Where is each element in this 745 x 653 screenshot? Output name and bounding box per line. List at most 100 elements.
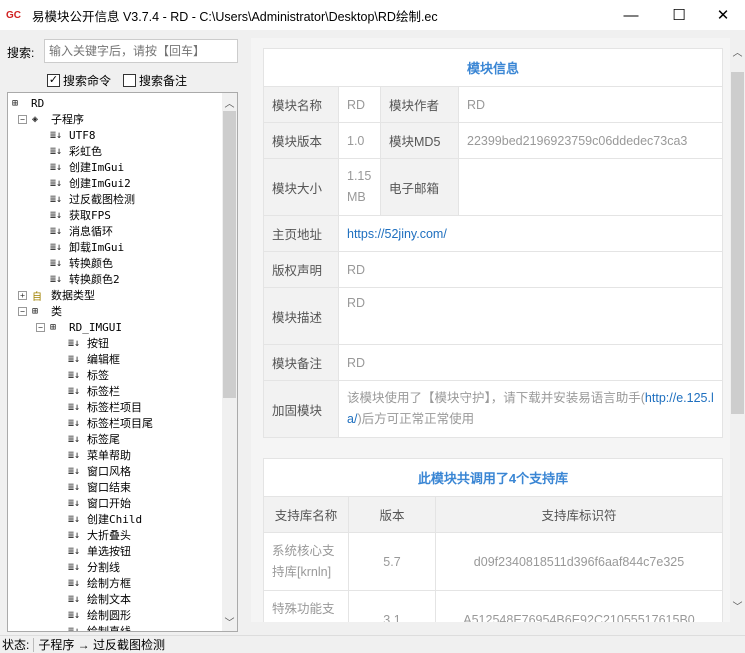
field-label: 模块名称 [263, 86, 339, 123]
collapse-icon[interactable]: − [36, 322, 45, 332]
column-header: 版本 [348, 496, 436, 533]
tree-item[interactable]: ≣↓ 绘制方框 [68, 575, 131, 591]
tree-item-label: 创建ImGui [69, 161, 125, 174]
method-icon: ≣↓ [50, 209, 63, 221]
tree-item[interactable]: ≣↓ 大折叠头 [68, 527, 131, 543]
tree-item[interactable]: ≣↓ UTF8 [50, 127, 96, 143]
tree-item[interactable]: ≣↓ 标签尾 [68, 431, 120, 447]
tree-item[interactable]: ≣↓ 标签栏项目尾 [68, 415, 153, 431]
method-icon: ≣↓ [68, 433, 81, 445]
method-icon: ≣↓ [68, 609, 81, 621]
tree-item-label: UTF8 [69, 128, 96, 142]
field-label: 模块描述 [263, 287, 339, 345]
info-panel: 模块信息 模块名称 RD 模块作者 RD 模块版本 1.0 模块MD5 22399bed21… [251, 38, 745, 622]
method-icon: ≣↓ [50, 129, 63, 141]
lib-version: 5.7 [348, 532, 436, 591]
scroll-thumb[interactable] [731, 72, 744, 414]
tree-item[interactable]: ≣↓ 消息循环 [50, 223, 113, 239]
tree-item-label: RD [31, 96, 45, 110]
collapse-icon[interactable]: − [18, 114, 27, 124]
tree-item[interactable]: ≣↓ 转换颜色 [50, 255, 113, 271]
lib-version: 3.1 [348, 590, 436, 622]
tree-item[interactable]: ≣↓ 窗口结束 [68, 479, 131, 495]
tree-item[interactable]: ≣↓ 按钮 [68, 335, 109, 351]
tree-item[interactable]: ≣↓ 标签栏项目 [68, 399, 142, 415]
tree-item[interactable]: ≣↓ 过反截图检测 [50, 191, 135, 207]
tree-item[interactable]: ≣↓ 彩虹色 [50, 143, 102, 159]
info-scrollbar[interactable]: ︿ ﹀ [730, 38, 745, 622]
field-label: 加固模块 [263, 380, 339, 438]
field-label: 模块版本 [263, 122, 339, 159]
tree-item[interactable]: ⊞ RD [12, 95, 44, 111]
method-icon: ≣↓ [68, 481, 81, 493]
module-name: RD [338, 86, 381, 123]
maximize-button[interactable]: ☐ [656, 0, 702, 30]
tree-item[interactable]: ≣↓ 转换颜色2 [50, 271, 120, 287]
tree-item[interactable]: ≣↓ 标签栏 [68, 383, 120, 399]
tree-item[interactable]: ≣↓ 分割线 [68, 559, 120, 575]
tree-item[interactable]: ≣↓ 菜单帮助 [68, 447, 131, 463]
tree-item-label: 窗口风格 [87, 465, 131, 478]
module-tree[interactable]: ≣↓ 绘制直线 ≣↓ 绘制圆形 ≣↓ 绘制文本 ≣↓ 绘制方框 ≣↓ 分割线 ≣↓ 单选按钮 ≣↓ 大折叠… [7, 92, 238, 632]
protection-text: 该模块使用了【模块守护】，请下载并安装易语言助手( [347, 391, 645, 405]
scroll-down-icon[interactable]: ﹀ [222, 614, 237, 629]
scroll-down-icon[interactable]: ﹀ [730, 598, 745, 613]
tree-scrollbar[interactable]: ︿ ﹀ [222, 93, 237, 631]
datatype-icon: 自 [32, 291, 42, 303]
tree-item-label: 获取FPS [69, 209, 111, 222]
tree-item[interactable]: − ⊞ 类 [18, 303, 62, 319]
tree-item[interactable]: ≣↓ 创建Child [68, 511, 142, 527]
title-bar: GC 易模块公开信息 V3.7.4 - RD - C:\Users\Admini… [0, 0, 745, 30]
field-label: 模块大小 [263, 158, 339, 216]
expand-icon[interactable]: + [18, 290, 27, 300]
scroll-up-icon[interactable]: ︿ [730, 44, 745, 59]
search-notes-checkbox[interactable]: 搜索备注 [123, 72, 187, 89]
class-icon: ⊞ [32, 305, 39, 317]
tree-item[interactable]: ≣↓ 创建ImGui [50, 159, 124, 175]
support-libraries-table: 此模块共调用了4个支持库 支持库名称 版本 支持库标识符 系统核心支持库[krnln… [263, 458, 723, 622]
app-logo-icon: GC [6, 9, 21, 21]
homepage-link[interactable]: https://52jiny.com/ [347, 227, 447, 241]
minimize-button[interactable]: — [608, 0, 654, 30]
tree-item-label: 菜单帮助 [87, 449, 131, 462]
tree-item[interactable]: − ◈ 子程序 [18, 111, 84, 127]
tree-item[interactable]: ≣↓ 绘制圆形 [68, 607, 131, 623]
tree-item-label: 创建ImGui2 [69, 177, 131, 190]
tree-item[interactable]: ≣↓ 绘制文本 [68, 591, 131, 607]
module-version: 1.0 [338, 122, 381, 159]
scroll-up-icon[interactable]: ︿ [222, 95, 237, 110]
method-icon: ≣↓ [68, 465, 81, 477]
module-note: RD [338, 344, 723, 381]
tree-item[interactable]: ≣↓ 单选按钮 [68, 543, 131, 559]
tree-item[interactable]: ≣↓ 创建ImGui2 [50, 175, 131, 191]
field-label: 版权声明 [263, 251, 339, 288]
scroll-thumb[interactable] [223, 111, 236, 398]
method-icon: ≣↓ [50, 225, 63, 237]
module-size: 1.15 MB [338, 158, 381, 216]
search-input[interactable] [44, 39, 238, 63]
libraries-title: 此模块共调用了4个支持库 [263, 458, 723, 497]
window-title: 易模块公开信息 V3.7.4 - RD - C:\Users\Administr… [32, 9, 438, 24]
left-panel: 搜索: ✓搜索命令 搜索备注 ≣↓绘制直线≣↓绘制圆形≣↓绘制文本≣↓绘制方框≣… [0, 30, 247, 635]
tree-item[interactable]: ≣↓ 绘制直线 [68, 623, 131, 631]
method-icon: ≣↓ [50, 161, 63, 173]
collapse-icon[interactable]: − [18, 306, 27, 316]
search-commands-checkbox[interactable]: ✓ 搜索命令 [47, 72, 111, 89]
tree-item[interactable]: ≣↓ 标签 [68, 367, 109, 383]
tree-item[interactable]: − ⊞ RD_IMGUI [36, 319, 122, 335]
tree-item[interactable]: + 自数据类型 [18, 287, 95, 303]
tree-item[interactable]: ≣↓ 编辑框 [68, 351, 120, 367]
tree-item[interactable]: ≣↓ 获取FPS [50, 207, 111, 223]
tree-item[interactable]: ≣↓ 卸载ImGui [50, 239, 124, 255]
tree-item[interactable]: ≣↓ 窗口开始 [68, 495, 131, 511]
module-info-title: 模块信息 [263, 48, 723, 87]
tree-item[interactable]: ≣↓ 窗口风格 [68, 463, 131, 479]
field-label: 主页地址 [263, 215, 339, 252]
close-button[interactable]: ✕ [700, 0, 745, 30]
lib-id: d09f2340818511d396f6aaf844c7e325 [435, 532, 723, 591]
tree-item-label: 按钮 [87, 337, 109, 350]
column-header: 支持库名称 [263, 496, 349, 533]
tree-item-label: RD_IMGUI [69, 320, 122, 334]
tree-item-label: 标签尾 [87, 433, 120, 446]
protection-text: )后方可正常正常使用 [357, 412, 475, 426]
